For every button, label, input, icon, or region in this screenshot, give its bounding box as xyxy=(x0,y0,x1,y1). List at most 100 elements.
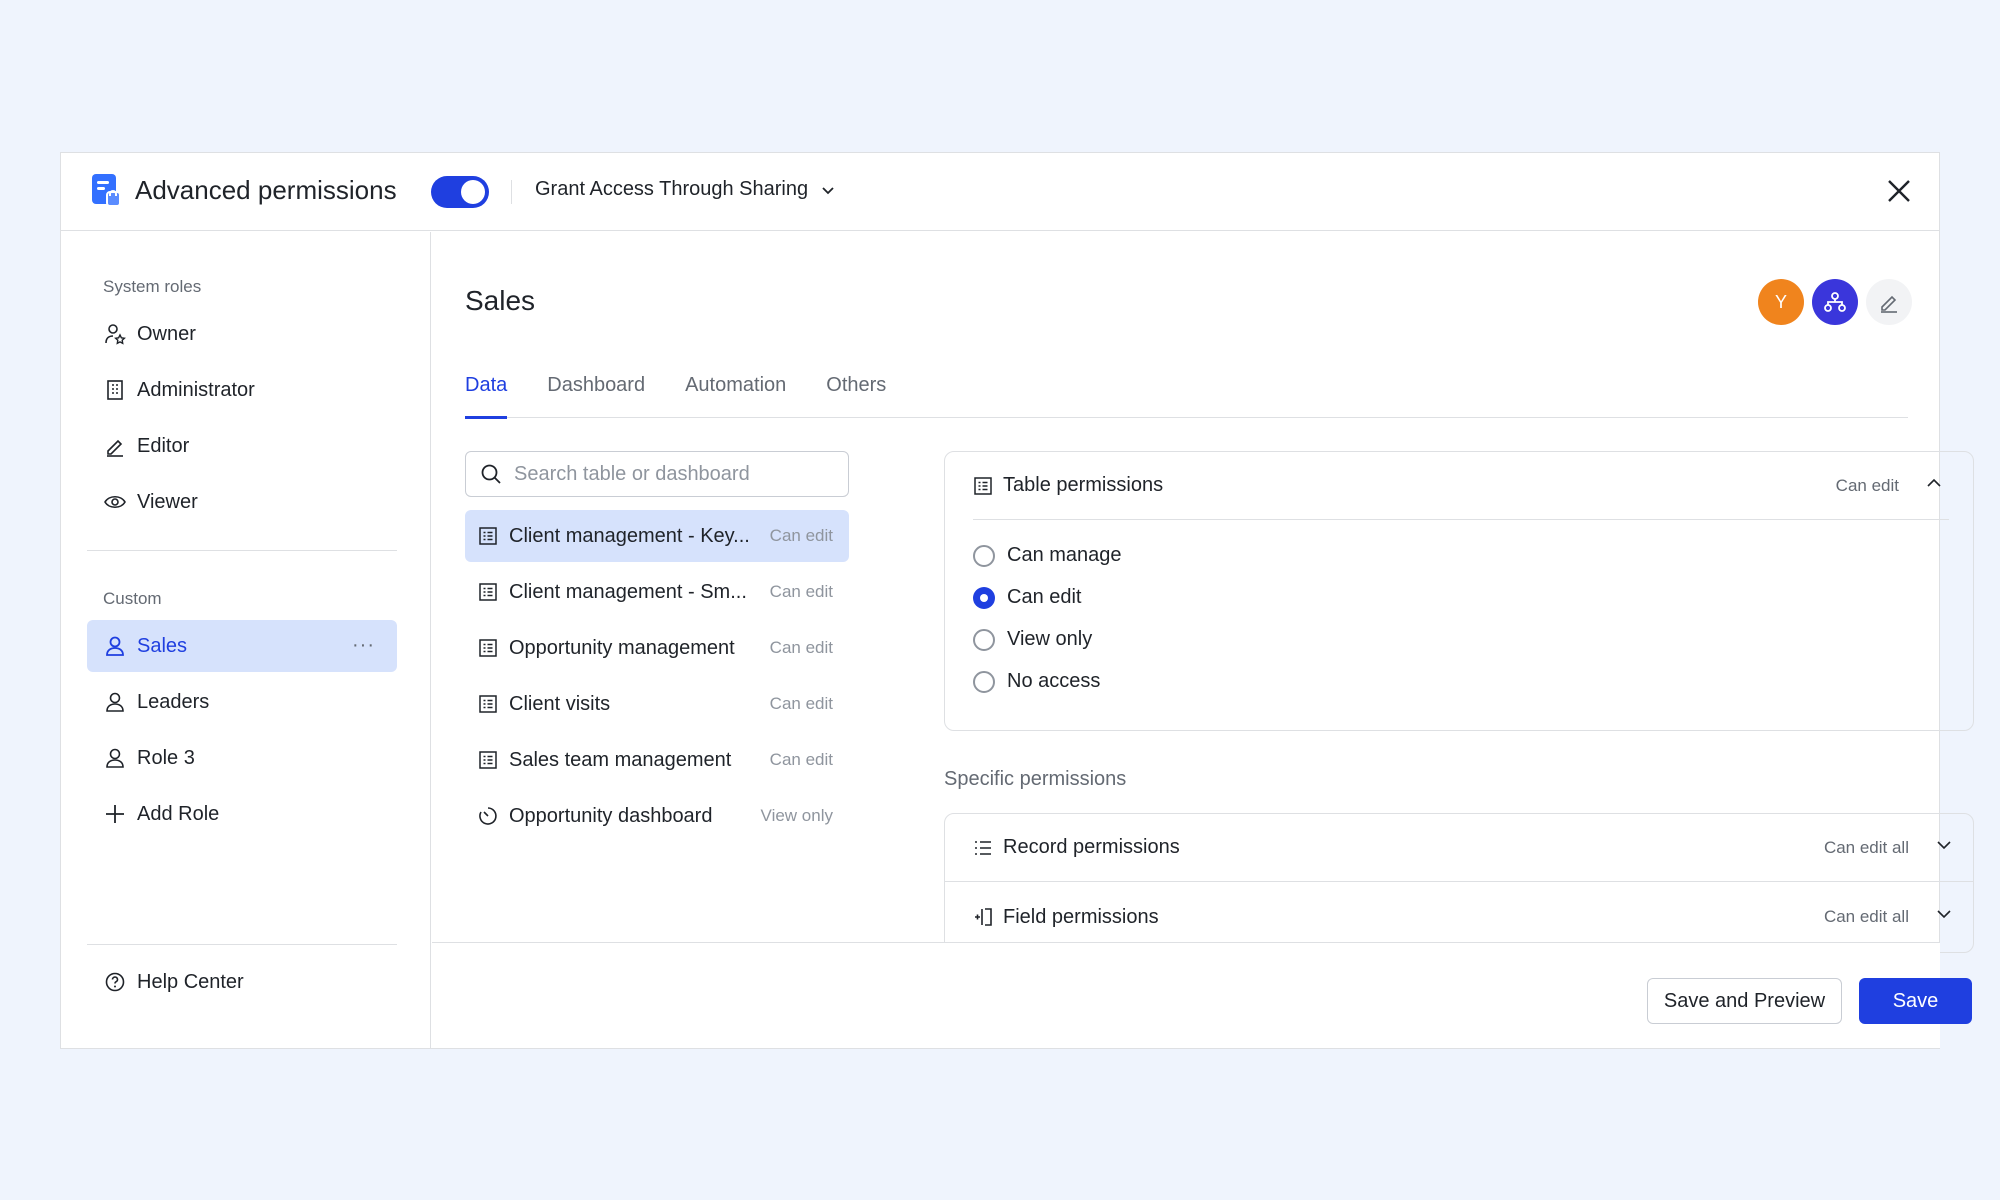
help-center-link[interactable]: Help Center xyxy=(87,956,397,1008)
radio-button[interactable] xyxy=(973,670,995,693)
radio-button[interactable] xyxy=(973,544,995,567)
system-roles-label: System roles xyxy=(103,277,202,296)
sidebar-item-viewer[interactable]: Viewer xyxy=(87,476,397,528)
specific-permissions-card: Record permissions Can edit all Field pe… xyxy=(944,813,1974,953)
record-permissions-row[interactable]: Record permissions Can edit all xyxy=(945,814,1973,882)
grant-access-label: Grant Access Through Sharing xyxy=(535,178,809,200)
chevron-down-icon xyxy=(1937,910,1951,919)
save-button[interactable]: Save xyxy=(1859,978,1972,1024)
radio-button-selected[interactable] xyxy=(973,586,995,609)
table-permissions-card: Table permissions Can edit Can manage Ca… xyxy=(944,451,1974,731)
table-list-item[interactable]: Client management - Sm... Can edit xyxy=(465,566,849,618)
table-name: Sales team management xyxy=(509,748,732,771)
field-permissions-row[interactable]: Field permissions Can edit all xyxy=(945,883,1973,951)
more-options-icon[interactable]: ··· xyxy=(352,634,375,657)
help-center-label: Help Center xyxy=(137,970,244,993)
table-name: Client visits xyxy=(509,692,611,715)
permission-tabs: Data Dashboard Automation Others xyxy=(465,366,1908,419)
sidebar-item-owner[interactable]: Owner xyxy=(87,308,397,360)
role-title: Sales xyxy=(465,285,536,316)
field-permissions-value: Can edit all xyxy=(1823,907,1909,926)
sidebar-item-label: Sales xyxy=(137,634,188,657)
close-button[interactable] xyxy=(1881,173,1917,209)
sidebar-item-editor[interactable]: Editor xyxy=(87,420,397,472)
table-name: Client management - Key... xyxy=(509,524,750,547)
avatar-initial: Y xyxy=(1774,291,1787,312)
table-list-item[interactable]: Opportunity management Can edit xyxy=(465,622,849,674)
chevron-down-icon xyxy=(1937,841,1951,850)
sidebar-item-administrator[interactable]: Administrator xyxy=(87,364,397,416)
toggle-knob xyxy=(461,180,485,204)
radio-label: No access xyxy=(1007,670,1101,692)
sidebar-bottom-divider xyxy=(87,944,397,945)
sidebar-item-label: Owner xyxy=(137,322,196,345)
table-icon xyxy=(973,476,993,496)
tab-data[interactable]: Data xyxy=(465,366,508,419)
user-icon xyxy=(103,746,127,770)
radio-no-access[interactable]: No access xyxy=(973,670,1100,693)
advanced-permissions-toggle[interactable] xyxy=(431,176,489,208)
radio-label: Can manage xyxy=(1007,544,1122,566)
table-list-item[interactable]: Client management - Key... Can edit xyxy=(465,510,849,562)
add-role-label: Add Role xyxy=(137,802,220,825)
table-icon xyxy=(477,581,499,603)
table-permissions-header[interactable]: Table permissions Can edit xyxy=(973,452,1949,520)
field-icon xyxy=(973,907,993,927)
table-list-item[interactable]: Client visits Can edit xyxy=(465,678,849,730)
table-icon xyxy=(477,637,499,659)
sidebar-divider xyxy=(87,550,397,551)
list-icon xyxy=(973,838,993,858)
dialog-footer: Save and Preview Save xyxy=(432,942,1972,1048)
building-icon xyxy=(103,378,127,402)
role-avatars: Y xyxy=(1758,279,1912,325)
permissions-app-icon xyxy=(91,173,121,207)
dashboard-gauge-icon xyxy=(477,805,499,827)
sidebar-item-label: Role 3 xyxy=(137,746,195,769)
sidebar-item-role-3[interactable]: Role 3 xyxy=(87,732,397,784)
plus-icon xyxy=(103,802,127,826)
table-name: Opportunity management xyxy=(509,636,735,659)
table-list-item[interactable]: Opportunity dashboard View only xyxy=(465,790,849,842)
sidebar-item-label: Viewer xyxy=(137,490,198,513)
roles-sidebar: System roles Owner Administrator Editor … xyxy=(61,232,431,1048)
radio-can-manage[interactable]: Can manage xyxy=(973,544,1122,567)
sidebar-item-label: Administrator xyxy=(137,378,255,401)
permissions-dialog: Advanced permissions Grant Access Throug… xyxy=(60,152,1974,1049)
avatar[interactable]: Y xyxy=(1758,279,1804,325)
radio-view-only[interactable]: View only xyxy=(973,628,1092,651)
add-role-button[interactable]: Add Role xyxy=(87,788,397,840)
chevron-down-icon xyxy=(822,186,834,194)
search-input[interactable]: Search table or dashboard xyxy=(465,451,849,497)
eye-icon xyxy=(103,490,127,514)
dialog-header: Advanced permissions Grant Access Throug… xyxy=(61,153,1939,231)
user-star-icon xyxy=(103,322,127,346)
grant-access-dropdown[interactable]: Grant Access Through Sharing xyxy=(535,178,836,201)
tab-automation[interactable]: Automation xyxy=(685,366,786,418)
dialog-title: Advanced permissions xyxy=(135,175,397,205)
sidebar-item-label: Leaders xyxy=(137,690,210,713)
search-placeholder: Search table or dashboard xyxy=(514,462,750,485)
table-permission-value: Can edit xyxy=(769,526,833,545)
user-icon xyxy=(103,690,127,714)
org-chart-icon xyxy=(1824,292,1846,312)
sidebar-item-leaders[interactable]: Leaders xyxy=(87,676,397,728)
radio-button[interactable] xyxy=(973,628,995,651)
table-permission-value: Can edit xyxy=(769,582,833,601)
table-list-item[interactable]: Sales team management Can edit xyxy=(465,734,849,786)
table-permission-value: Can edit xyxy=(769,638,833,657)
table-permission-value: View only xyxy=(760,806,833,825)
org-structure-avatar[interactable] xyxy=(1812,279,1858,325)
help-circle-icon xyxy=(103,970,127,994)
save-and-preview-button[interactable]: Save and Preview xyxy=(1647,978,1842,1024)
tab-dashboard[interactable]: Dashboard xyxy=(547,366,645,418)
radio-can-edit[interactable]: Can edit xyxy=(973,586,1082,609)
tab-others[interactable]: Others xyxy=(826,366,886,418)
table-permission-value: Can edit xyxy=(769,694,833,713)
table-name: Client management - Sm... xyxy=(509,580,747,603)
field-permissions-title: Field permissions xyxy=(1003,905,1159,928)
sidebar-item-sales[interactable]: Sales ··· xyxy=(87,620,397,672)
edit-members-button[interactable] xyxy=(1866,279,1912,325)
header-divider xyxy=(511,180,512,204)
table-icon xyxy=(477,749,499,771)
table-permission-value: Can edit xyxy=(769,750,833,769)
